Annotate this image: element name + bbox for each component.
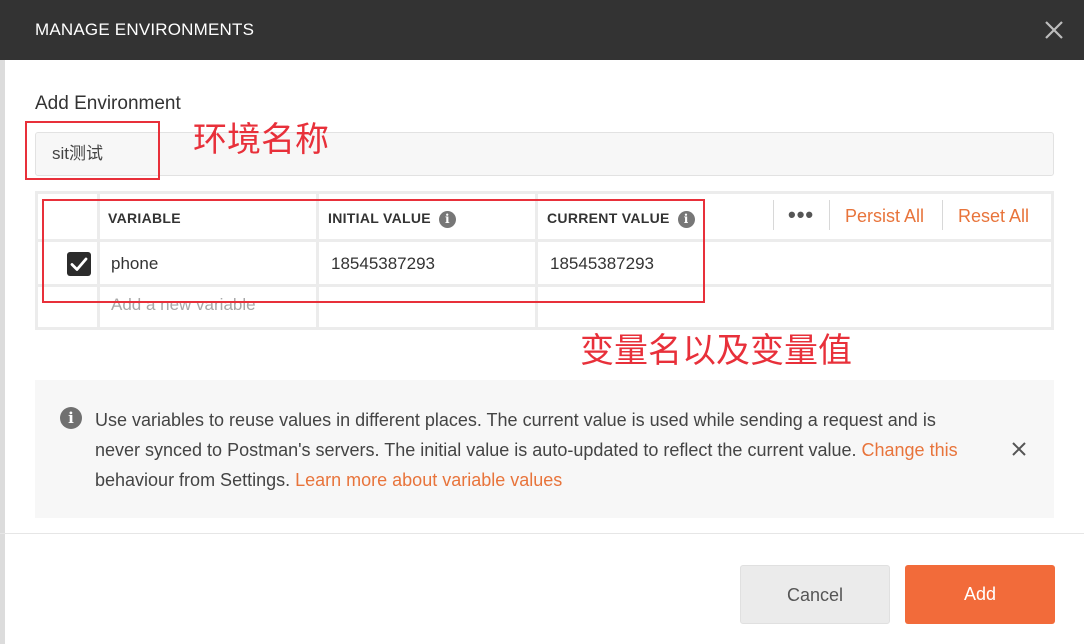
toolbar-divider xyxy=(829,200,830,230)
close-icon[interactable] xyxy=(1040,16,1068,44)
notice-text: Use variables to reuse values in differe… xyxy=(95,405,975,495)
background-window-strip xyxy=(0,0,5,644)
toolbar-divider xyxy=(942,200,943,230)
learn-more-link[interactable]: Learn more about variable values xyxy=(295,470,562,490)
notice-text-part2: behaviour from Settings. xyxy=(95,470,296,490)
section-label: Add Environment xyxy=(35,93,181,114)
dialog-header: MANAGE ENVIRONMENTS xyxy=(0,0,1084,60)
annotation-env-name: 环境名称 xyxy=(193,121,329,159)
add-button[interactable]: Add xyxy=(905,565,1055,624)
environment-name-input[interactable]: sit测试 xyxy=(35,132,1054,176)
more-options-icon[interactable]: ••• xyxy=(788,202,814,228)
reset-all-button[interactable]: Reset All xyxy=(958,206,1029,227)
persist-all-button[interactable]: Persist All xyxy=(845,206,924,227)
dialog-title: MANAGE ENVIRONMENTS xyxy=(35,20,255,39)
info-icon: i xyxy=(60,407,82,429)
toolbar-divider xyxy=(773,200,774,230)
footer-divider xyxy=(0,533,1084,534)
cancel-button[interactable]: Cancel xyxy=(740,565,890,624)
annotation-box-variables xyxy=(42,199,705,303)
annotation-box-env-name xyxy=(25,121,160,180)
annotation-variables: 变量名以及变量值 xyxy=(580,332,852,370)
dismiss-notice-icon[interactable] xyxy=(1009,439,1029,459)
notice-text-part1: Use variables to reuse values in differe… xyxy=(95,410,936,460)
change-settings-link[interactable]: Change this xyxy=(862,440,958,460)
